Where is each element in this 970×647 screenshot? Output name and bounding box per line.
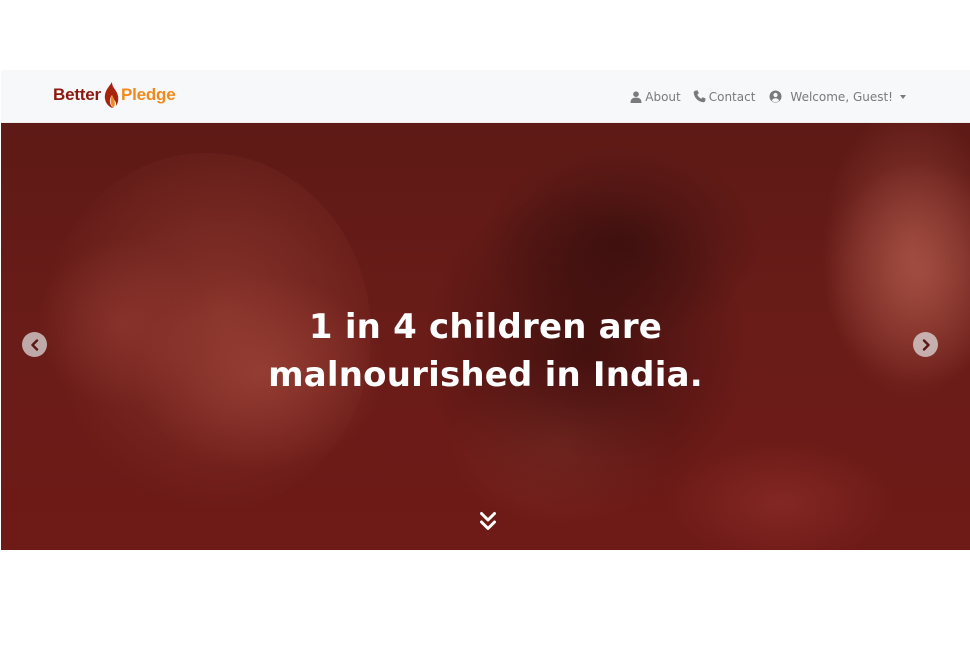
carousel-prev-button[interactable] [22,332,47,357]
nav-contact-link[interactable]: Contact [693,89,756,104]
hero-headline: 1 in 4 children are malnourished in Indi… [1,303,970,399]
chevron-left-icon [30,338,38,351]
brand-name-better: Better [53,85,101,104]
scroll-down-button[interactable] [477,510,499,534]
user-menu-label: Welcome, Guest! [790,89,893,104]
flame-icon [104,82,119,108]
nav-links: About Contact Welcome, Guest! [630,70,906,123]
carousel-next-button[interactable] [913,332,938,357]
hero-headline-line1: 1 in 4 children are [308,307,663,347]
hero-carousel: 1 in 4 children are malnourished in Indi… [1,123,970,550]
user-circle-icon [769,90,782,103]
nav-about-label: About [645,89,681,104]
top-navbar: Better Pledge About Contact Welcome, Gue… [1,70,970,123]
phone-icon [693,90,706,103]
page: Better Pledge About Contact Welcome, Gue… [0,0,970,647]
user-menu-dropdown[interactable]: Welcome, Guest! [769,90,906,104]
nav-about-link[interactable]: About [630,89,681,104]
user-icon [630,90,642,103]
caret-down-icon [900,95,906,99]
hero-headline-line2: malnourished in India. [268,355,703,395]
brand-name-pledge: Pledge [120,85,176,104]
brand-logo[interactable]: Better Pledge [53,80,176,110]
chevron-right-icon [922,338,930,351]
nav-contact-label: Contact [708,89,756,104]
double-chevron-down-icon [480,512,496,530]
